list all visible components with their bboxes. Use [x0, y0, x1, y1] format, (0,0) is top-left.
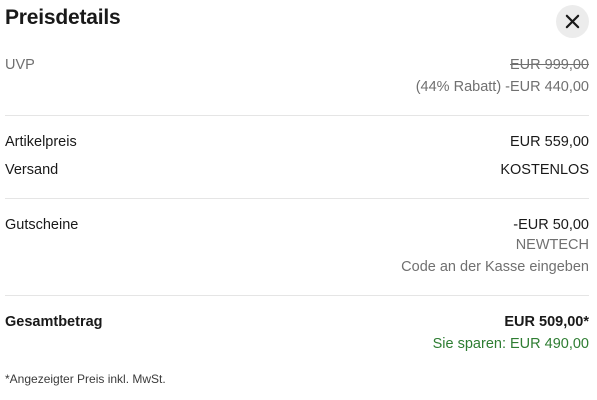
uvp-original-price: EUR 999,00 — [510, 57, 589, 73]
total-label: Gesamtbetrag — [5, 314, 103, 330]
item-price-value: EUR 559,00 — [510, 134, 589, 150]
divider — [5, 295, 589, 296]
footnote: *Angezeigter Preis inkl. MwSt. — [5, 372, 166, 386]
divider — [5, 115, 589, 116]
divider — [5, 198, 589, 199]
savings-text: Sie sparen: EUR 490,00 — [432, 336, 589, 352]
uvp-label: UVP — [5, 57, 35, 73]
close-icon — [565, 14, 580, 29]
coupons-label: Gutscheine — [5, 217, 79, 233]
close-button[interactable] — [556, 5, 589, 38]
coupons-value: -EUR 50,00 — [513, 217, 589, 233]
uvp-discount: (44% Rabatt) -EUR 440,00 — [415, 79, 589, 95]
coupon-code: NEWTECH — [515, 237, 589, 253]
total-value: EUR 509,00* — [504, 314, 589, 330]
item-price-label: Artikelpreis — [5, 134, 77, 150]
page-title: Preisdetails — [5, 6, 121, 29]
shipping-label: Versand — [5, 162, 59, 178]
shipping-value: KOSTENLOS — [500, 162, 589, 178]
coupon-hint: Code an der Kasse eingeben — [401, 259, 589, 275]
